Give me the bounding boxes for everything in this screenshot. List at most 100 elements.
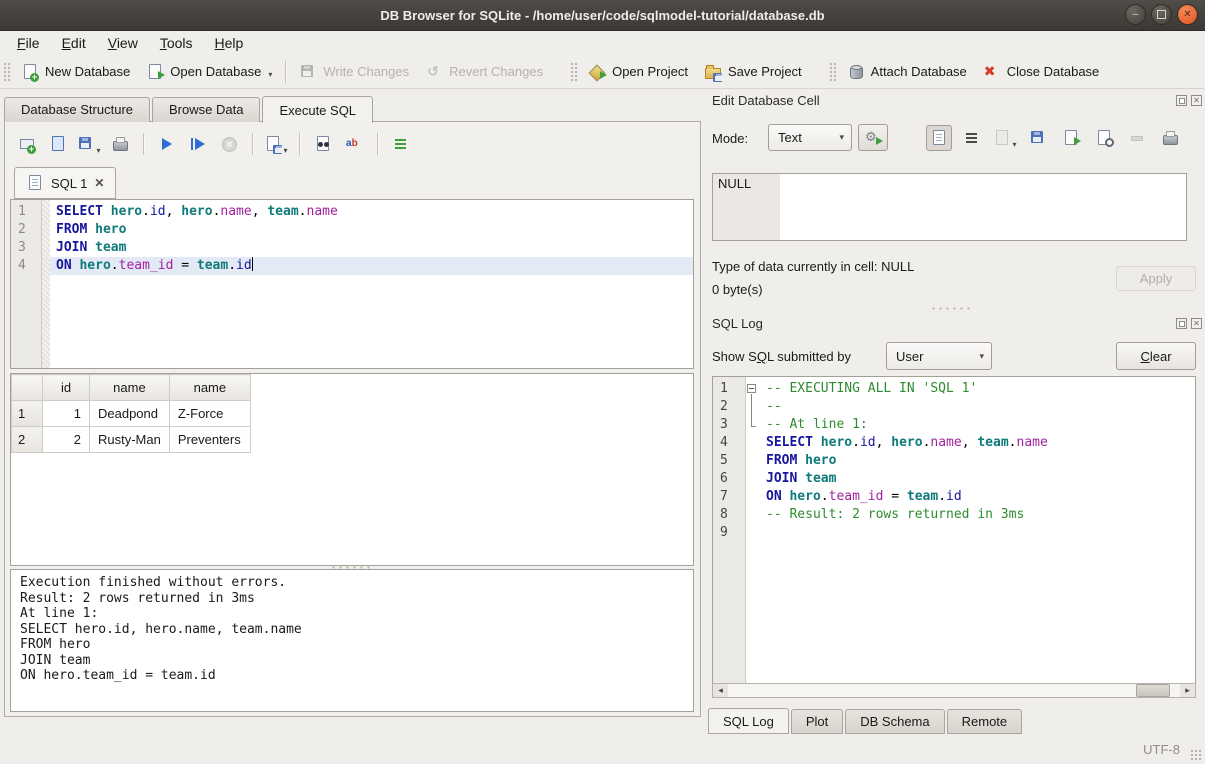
stop-execution-button[interactable]: ✕ [216,131,242,157]
save-sql-file-button[interactable]: ▾ [76,131,102,157]
tab-execute-sql[interactable]: Execute SQL [262,96,373,123]
sql-document-tab[interactable]: SQL 1✕ [14,167,116,199]
format-sql-button[interactable] [388,131,414,157]
table-cell[interactable]: Rusty-Man [90,427,170,453]
dropdown-caret-icon[interactable]: ▾ [283,146,287,157]
minimize-icon[interactable]: – [1125,4,1146,25]
dropdown-caret-icon[interactable]: ▾ [96,146,100,157]
find-replace-button[interactable]: ab [341,131,367,157]
revert-changes-button[interactable]: ↺Revert Changes [417,58,551,86]
close-panel-icon[interactable]: ✕ [1191,95,1202,106]
row-header[interactable]: 2 [12,427,43,453]
auto-apply-button[interactable]: ⚙ [858,124,888,151]
code-line[interactable]: ON hero.team_id = team.id [50,257,693,275]
close-database-button[interactable]: ✖Close Database [975,58,1108,86]
menu-edit[interactable]: Edit [51,32,97,54]
sql-editor[interactable]: 1234SELECT hero.id, hero.name, team.name… [10,199,694,369]
word-wrap-button[interactable] [959,125,985,151]
write-changes-button[interactable]: Write Changes [291,58,417,86]
export-data-button[interactable] [1058,125,1084,151]
sql-code-area[interactable]: SELECT hero.id, hero.name, team.nameFROM… [50,200,693,368]
cell-text-area[interactable] [780,174,1186,240]
tab-database-structure[interactable]: Database Structure [4,97,150,122]
toolbar-grip[interactable] [569,61,577,83]
fold-mark [746,506,760,524]
table-cell[interactable]: Preventers [169,427,250,453]
horizontal-scrollbar[interactable]: ◂ ▸ [712,683,1196,698]
scrollbar-thumb[interactable] [1136,684,1170,697]
remove-cell-data-button[interactable] [1124,125,1150,151]
log-line: -- Result: 2 rows returned in 3ms [760,506,1195,524]
splitter-handle[interactable] [330,565,370,570]
table-row[interactable]: 11DeadpondZ-Force [12,401,251,427]
scroll-left-icon[interactable]: ◂ [713,684,728,697]
execute-current-line-button[interactable] [185,131,211,157]
print-button[interactable] [107,131,133,157]
menu-help[interactable]: Help [204,32,255,54]
new-database-button[interactable]: +New Database [13,58,138,86]
execute-all-button[interactable] [154,131,180,157]
resize-grip[interactable] [1190,749,1202,761]
menu-file[interactable]: File [6,32,51,54]
menu-tools[interactable]: Tools [149,32,204,54]
close-panel-icon[interactable]: ✕ [1191,318,1202,329]
table-row[interactable]: 22Rusty-ManPreventers [12,427,251,453]
dock-tab-db-schema[interactable]: DB Schema [845,709,944,734]
scrollbar-track[interactable] [728,684,1180,697]
toolbar-grip[interactable] [828,61,836,83]
maximize-icon[interactable] [1151,4,1172,25]
apply-button[interactable]: Apply [1116,266,1196,291]
column-header-name[interactable]: name [169,375,250,401]
fold-mark [746,416,760,434]
dock-tab-sql-log[interactable]: SQL Log [708,708,789,734]
open-file-in-cell-button[interactable]: ▾ [992,125,1018,151]
table-cell[interactable]: 2 [43,427,90,453]
titlebar[interactable]: DB Browser for SQLite - /home/user/code/… [0,0,1205,31]
save-project-button[interactable]: Save Project [696,58,810,86]
log-line: SELECT hero.id, hero.name, team.name [760,434,1195,452]
sql-log-panel-title: SQL Log [712,316,763,331]
close-tab-icon[interactable]: ✕ [94,176,104,190]
tab-browse-data[interactable]: Browse Data [152,97,260,122]
sql-log-filter-select[interactable]: User▾ [886,342,992,370]
splitter-handle[interactable] [930,306,970,311]
float-panel-icon[interactable] [1176,95,1187,106]
table-cell[interactable]: Deadpond [90,401,170,427]
row-header[interactable]: 1 [12,401,43,427]
text-document-mode-button[interactable] [926,125,952,151]
table-cell[interactable]: Z-Force [169,401,250,427]
attach-database-button[interactable]: Attach Database [839,58,975,86]
cell-value-editor[interactable]: NULL [712,173,1187,241]
column-header-name[interactable]: name [90,375,170,401]
set-as-link-button[interactable] [1091,125,1117,151]
table-cell[interactable]: 1 [43,401,90,427]
dock-tab-plot[interactable]: Plot [791,709,843,734]
code-line[interactable]: JOIN team [50,239,693,257]
dropdown-caret-icon[interactable]: ▾ [1012,140,1016,151]
code-line[interactable]: FROM hero [50,221,693,239]
scroll-right-icon[interactable]: ▸ [1180,684,1195,697]
close-icon[interactable]: ✕ [1177,4,1198,25]
log-text-area[interactable]: -- EXECUTING ALL IN 'SQL 1'---- At line … [760,377,1195,697]
code-line[interactable]: SELECT hero.id, hero.name, team.name [50,203,693,221]
new-sql-tab-button[interactable]: + [14,131,40,157]
toolbar-grip[interactable] [2,61,10,83]
print-cell-button[interactable] [1157,125,1183,151]
open-project-button[interactable]: Open Project [580,58,696,86]
save-results-button[interactable]: ▾ [263,131,289,157]
open-sql-file-button[interactable] [45,131,71,157]
sql-log-view[interactable]: 123456789-- EXECUTING ALL IN 'SQL 1'----… [712,376,1196,698]
mode-select[interactable]: Text▾ [768,124,852,151]
dropdown-caret-icon[interactable]: ▾ [268,70,272,81]
import-data-button[interactable] [1025,125,1051,151]
column-header-id[interactable]: id [43,375,90,401]
corner-header[interactable] [12,375,43,401]
float-panel-icon[interactable] [1176,318,1187,329]
clear-log-button[interactable]: Clear [1116,342,1196,370]
dock-tab-remote[interactable]: Remote [947,709,1023,734]
open-database-button[interactable]: Open Database▾ [138,58,280,86]
fold-collapse-icon[interactable] [746,380,760,398]
find-button[interactable] [310,131,336,157]
text-document-mode-icon [930,129,948,147]
menu-view[interactable]: View [97,32,149,54]
